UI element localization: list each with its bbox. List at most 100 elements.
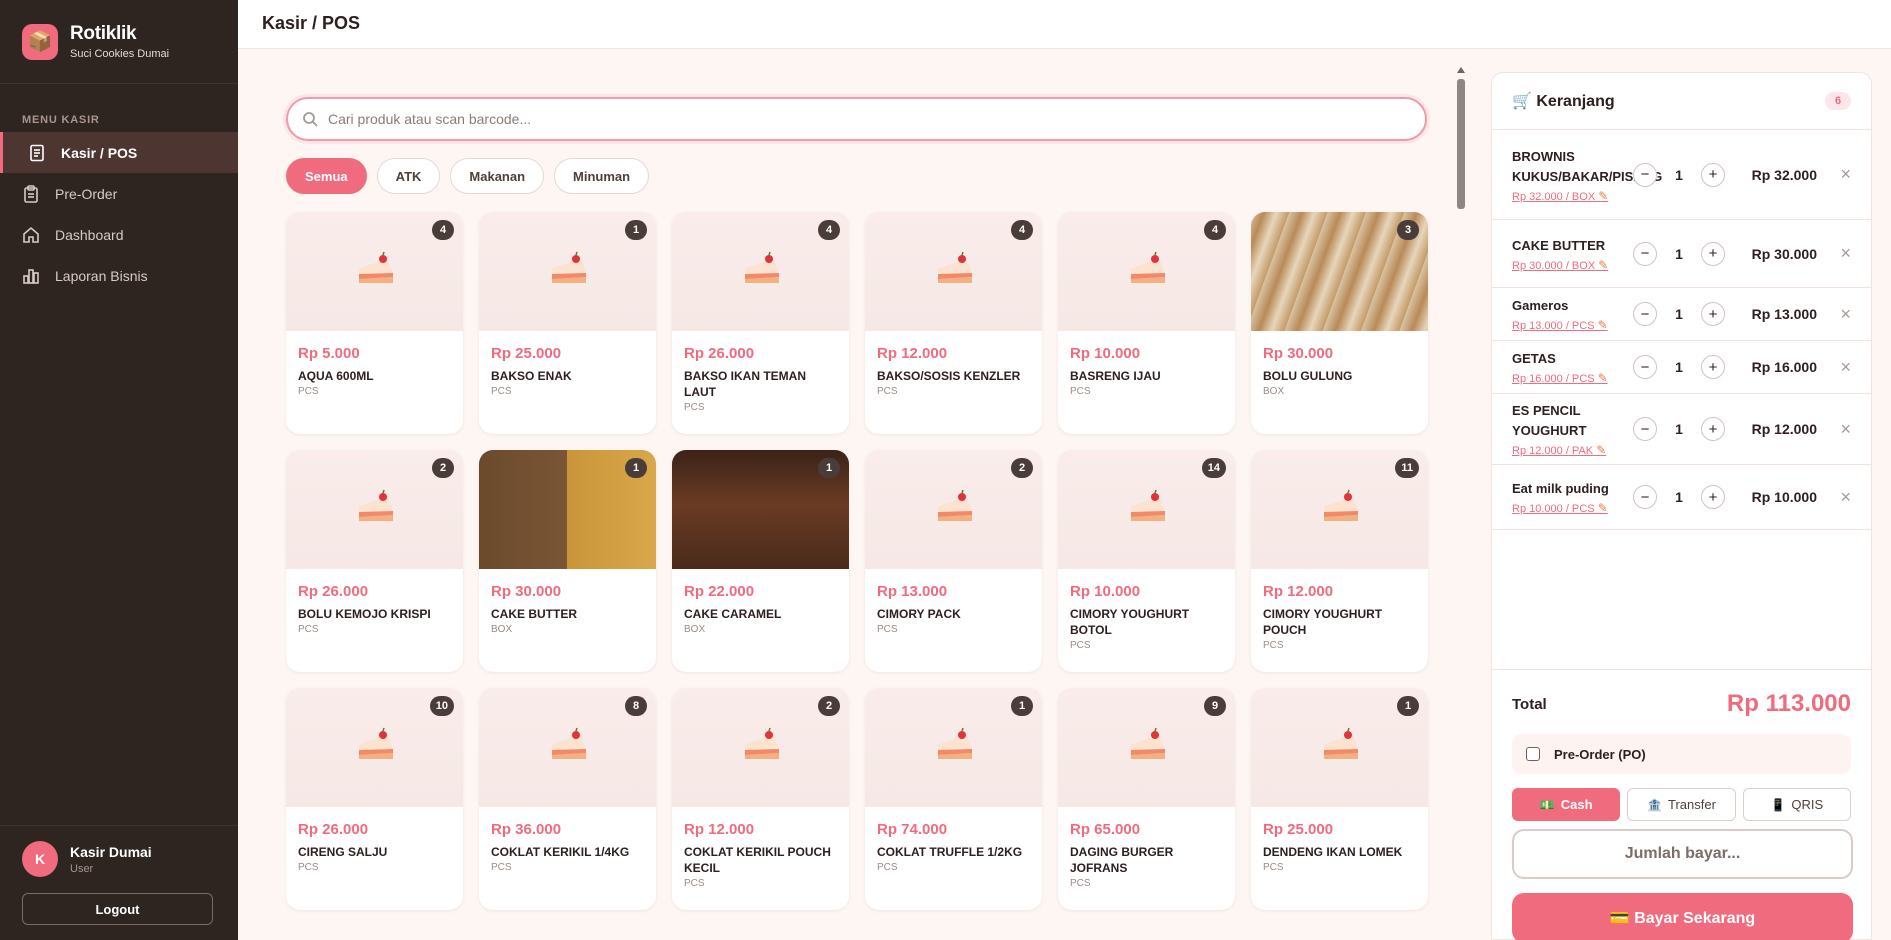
payment-amount-input[interactable]	[1512, 829, 1853, 879]
cart-item-qty: 1	[1675, 489, 1683, 505]
search-box[interactable]	[286, 97, 1427, 141]
decrease-qty-button[interactable]: −	[1633, 241, 1657, 266]
quantity-stepper: − 1 +	[1633, 417, 1725, 441]
close-icon[interactable]: ×	[1840, 357, 1851, 378]
product-card[interactable]: 4 Rp 12.000 BAKSO/SOSIS KENZLER PCS	[865, 212, 1042, 434]
filter-chip-minuman[interactable]: Minuman	[554, 158, 650, 194]
increase-qty-button[interactable]: +	[1701, 241, 1725, 266]
product-card[interactable]: 4 Rp 26.000 BAKSO IKAN TEMAN LAUT PCS	[672, 212, 849, 434]
pencil-icon[interactable]: ✎	[1596, 443, 1606, 457]
increase-qty-button[interactable]: +	[1701, 485, 1725, 509]
quantity-stepper: − 1 +	[1633, 355, 1725, 379]
product-card[interactable]: 2 Rp 13.000 CIMORY PACK PCS	[865, 450, 1042, 672]
pencil-icon[interactable]: ✎	[1598, 501, 1608, 515]
cart-item-unit-price-text: Rp 13.000 / PCS	[1512, 320, 1595, 332]
filter-chip-atk[interactable]: ATK	[376, 158, 441, 194]
preorder-checkbox[interactable]	[1526, 747, 1540, 761]
product-price: Rp 25.000	[1263, 821, 1334, 838]
payment-qris-button[interactable]: 📱 QRIS	[1742, 788, 1851, 821]
scroll-up-arrow-icon[interactable]	[1457, 67, 1465, 73]
money-icon: 💵	[1539, 797, 1555, 812]
close-icon[interactable]: ×	[1840, 419, 1851, 440]
cart-item-unit-price-text: Rp 12.000 / PAK	[1512, 445, 1594, 457]
decrease-qty-button[interactable]: −	[1633, 355, 1657, 379]
pencil-icon[interactable]: ✎	[1598, 371, 1608, 385]
product-card[interactable]: 4 Rp 5.000 AQUA 600ML PCS	[286, 212, 463, 434]
product-unit: PCS	[298, 624, 319, 635]
sidebar-item-laporan-bisnis[interactable]: Laporan Bisnis	[0, 255, 238, 296]
product-price: Rp 10.000	[1070, 583, 1141, 600]
product-unit: PCS	[1263, 862, 1284, 873]
product-image: 1	[672, 450, 849, 569]
product-card[interactable]: 1 Rp 22.000 CAKE CARAMEL BOX	[672, 450, 849, 672]
sidebar-item-label: Kasir / POS	[61, 144, 138, 161]
filter-chip-makanan[interactable]: Makanan	[450, 158, 545, 194]
product-card[interactable]: 11 Rp 12.000 CIMORY YOUGHURT POUCH PCS	[1251, 450, 1428, 672]
product-card[interactable]: 1 Rp 30.000 CAKE BUTTER BOX	[479, 450, 656, 672]
product-card[interactable]: 2 Rp 26.000 BOLU KEMOJO KRISPI PCS	[286, 450, 463, 672]
increase-qty-button[interactable]: +	[1701, 162, 1725, 187]
product-image: 4	[1058, 212, 1235, 331]
pencil-icon[interactable]: ✎	[1598, 258, 1608, 272]
total-value: Rp 113.000	[1726, 690, 1851, 717]
scrollbar[interactable]	[1457, 67, 1465, 940]
cart-count-badge: 6	[1825, 92, 1851, 110]
pay-now-button[interactable]: 💳 Bayar Sekarang	[1512, 893, 1853, 940]
product-card[interactable]: 8 Rp 36.000 COKLAT KERIKIL 1/4KG PCS	[479, 688, 656, 910]
close-icon[interactable]: ×	[1840, 304, 1851, 325]
cart-item-total: Rp 16.000	[1751, 359, 1817, 375]
close-icon[interactable]: ×	[1840, 487, 1851, 508]
cart-item-unit-price[interactable]: Rp 32.000 / BOX ✎	[1512, 189, 1634, 203]
cart-item-unit-price[interactable]: Rp 10.000 / PCS ✎	[1512, 501, 1634, 515]
stock-badge: 9	[1204, 696, 1226, 716]
product-image: 3	[1251, 212, 1428, 331]
product-card[interactable]: 9 Rp 65.000 DAGING BURGER JOFRANS PCS	[1058, 688, 1235, 910]
payment-cash-button[interactable]: 💵 Cash	[1512, 788, 1621, 821]
close-icon[interactable]: ×	[1840, 164, 1851, 185]
search-input[interactable]	[328, 111, 1378, 127]
pencil-icon[interactable]: ✎	[1598, 318, 1608, 332]
filter-chip-semua[interactable]: Semua	[286, 158, 367, 194]
cake-icon	[1125, 485, 1169, 534]
decrease-qty-button[interactable]: −	[1633, 485, 1657, 509]
payment-methods: 💵 Cash 🏦 Transfer 📱 QRIS	[1512, 788, 1851, 821]
product-unit: PCS	[491, 386, 512, 397]
cart-item-unit-price[interactable]: Rp 12.000 / PAK ✎	[1512, 443, 1634, 457]
close-icon[interactable]: ×	[1840, 243, 1851, 264]
decrease-qty-button[interactable]: −	[1633, 162, 1657, 187]
payment-qris-label: QRIS	[1791, 797, 1824, 812]
product-unit: PCS	[877, 862, 898, 873]
product-card[interactable]: 1 Rp 25.000 BAKSO ENAK PCS	[479, 212, 656, 434]
search-icon	[303, 112, 318, 127]
product-card[interactable]: 4 Rp 10.000 BASRENG IJAU PCS	[1058, 212, 1235, 434]
cart-item-unit-price[interactable]: Rp 16.000 / PCS ✎	[1512, 371, 1634, 385]
product-unit: PCS	[1263, 640, 1284, 651]
sidebar-item-pre-order[interactable]: Pre-Order	[0, 173, 238, 214]
decrease-qty-button[interactable]: −	[1633, 417, 1657, 441]
cart-item-unit-price[interactable]: Rp 13.000 / PCS ✎	[1512, 318, 1634, 332]
increase-qty-button[interactable]: +	[1701, 355, 1725, 379]
pencil-icon[interactable]: ✎	[1598, 189, 1608, 203]
product-card[interactable]: 1 Rp 74.000 COKLAT TRUFFLE 1/2KG PCS	[865, 688, 1042, 910]
preorder-toggle[interactable]: Pre-Order (PO)	[1512, 734, 1851, 774]
product-card[interactable]: 14 Rp 10.000 CIMORY YOUGHURT BOTOL PCS	[1058, 450, 1235, 672]
product-card[interactable]: 3 Rp 30.000 BOLU GULUNG BOX	[1251, 212, 1428, 434]
product-unit: PCS	[684, 402, 705, 413]
cart-item-unit-price[interactable]: Rp 30.000 / BOX ✎	[1512, 258, 1634, 272]
product-unit: PCS	[877, 624, 898, 635]
quantity-stepper: − 1 +	[1633, 302, 1725, 326]
brand: 📦 Rotiklik Suci Cookies Dumai	[0, 0, 238, 84]
product-card[interactable]: 1 Rp 25.000 DENDENG IKAN LOMEK PCS	[1251, 688, 1428, 910]
increase-qty-button[interactable]: +	[1701, 302, 1725, 326]
sidebar-item-dashboard[interactable]: Dashboard	[0, 214, 238, 255]
product-price: Rp 26.000	[684, 345, 755, 362]
sidebar-item-kasir-pos[interactable]: Kasir / POS	[0, 132, 238, 173]
product-price: Rp 30.000	[491, 583, 562, 600]
product-card[interactable]: 2 Rp 12.000 COKLAT KERIKIL POUCH KECIL PCS	[672, 688, 849, 910]
decrease-qty-button[interactable]: −	[1633, 302, 1657, 326]
scroll-thumb[interactable]	[1457, 79, 1465, 209]
product-card[interactable]: 10 Rp 26.000 CIRENG SALJU PCS	[286, 688, 463, 910]
increase-qty-button[interactable]: +	[1701, 417, 1725, 441]
payment-transfer-button[interactable]: 🏦 Transfer	[1627, 788, 1736, 821]
logout-button[interactable]: Logout	[22, 893, 213, 925]
